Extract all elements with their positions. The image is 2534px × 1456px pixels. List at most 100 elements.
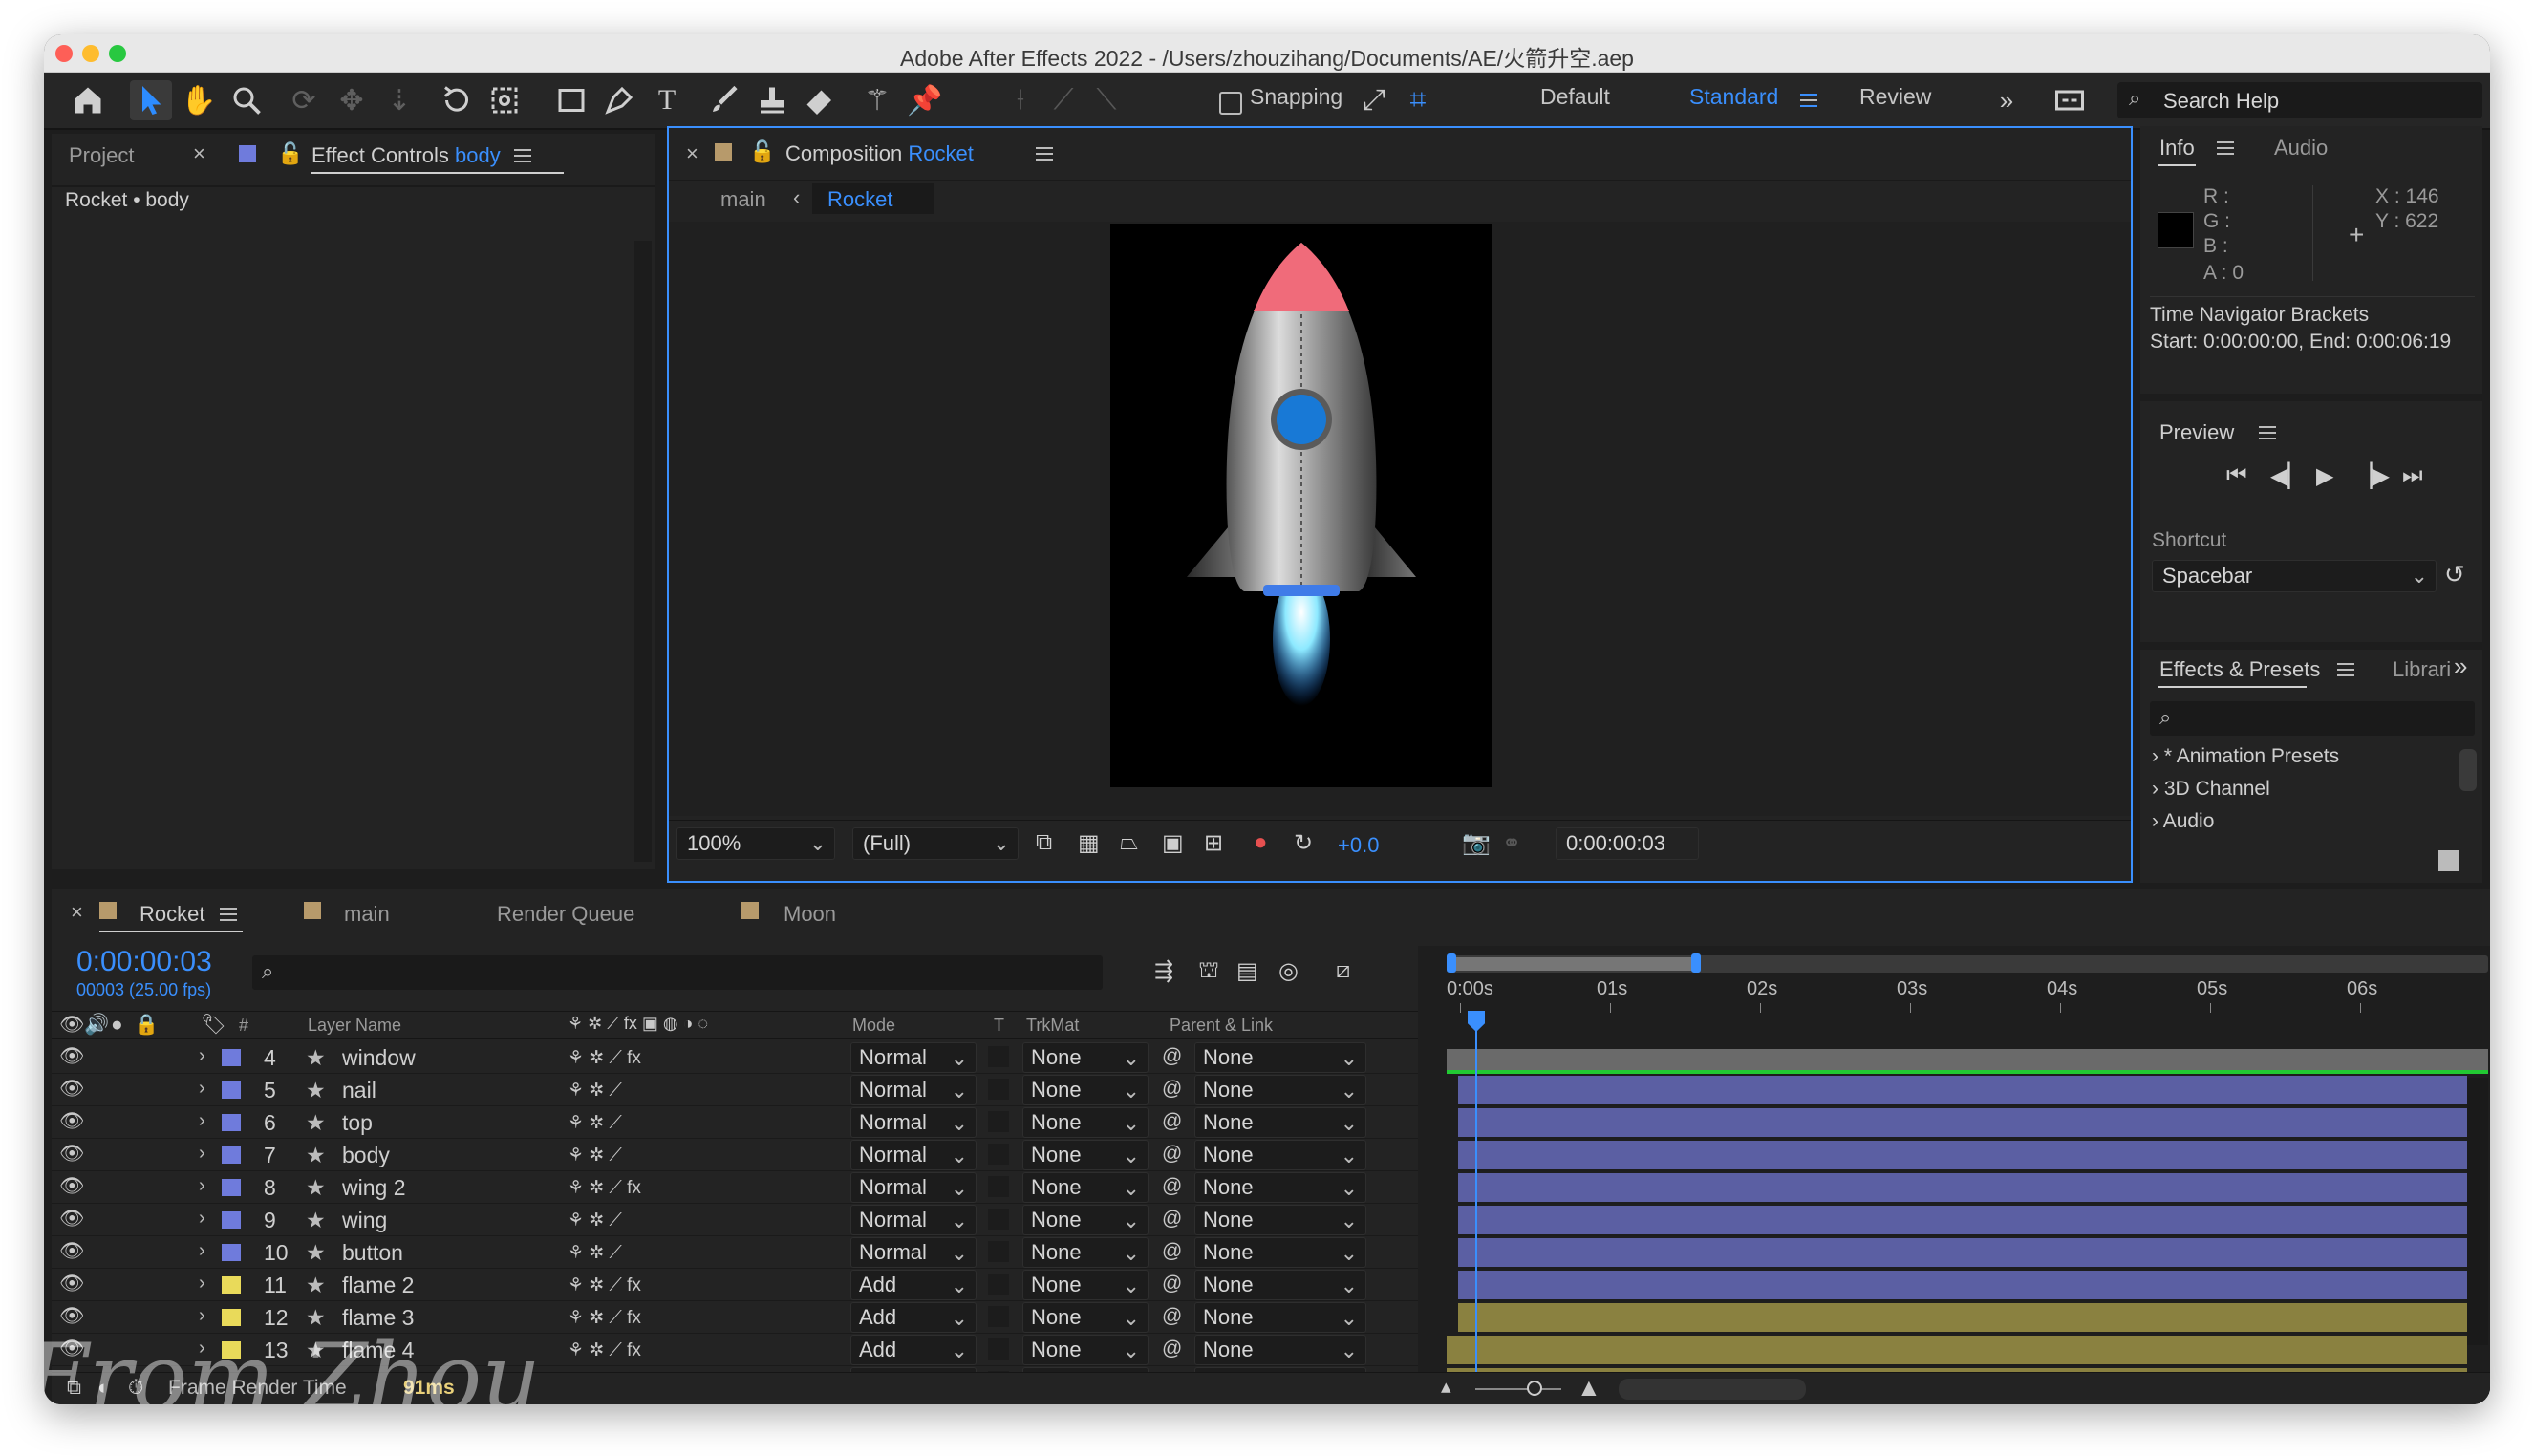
close-tab-icon[interactable]: × [71,900,83,925]
layer-label-color[interactable] [222,1211,241,1229]
layer-switches[interactable]: ⚘ ✲ ⟋ [568,1112,622,1134]
tab-render-queue[interactable]: Render Queue [497,902,634,927]
layer-switches[interactable]: ⚘ ✲ ⟋ [568,1145,622,1167]
layer-switches[interactable]: ⚘ ✲ ⟋ fx [568,1274,641,1296]
pick-whip-icon[interactable]: @ [1162,1208,1182,1231]
parent-dropdown[interactable]: None ⌄ [1194,1237,1366,1268]
layer-duration-bar[interactable] [1458,1206,2467,1236]
effects-item[interactable]: › Audio [2152,810,2214,833]
tab-rocket[interactable]: Rocket [140,902,204,927]
trkmat-dropdown[interactable]: None ⌄ [1022,1107,1149,1138]
tab-effects-presets[interactable]: Effects & Presets [2159,657,2320,682]
exposure-value[interactable]: +0.0 [1338,833,1379,858]
snapshot-icon[interactable]: 📷 [1462,829,1491,857]
table-row[interactable]: 👁 › 5 ★ nail ⚘ ✲ ⟋ Normal ⌄ None ⌄ @ None ⌄ [52,1074,1418,1106]
mode-dropdown[interactable]: Normal ⌄ [850,1172,977,1203]
chevron-right-icon[interactable]: › [199,1110,205,1132]
tab-effect-controls[interactable]: Effect Controls body [311,143,501,168]
layer-name[interactable]: body [342,1143,390,1168]
parent-dropdown[interactable]: None ⌄ [1194,1335,1366,1365]
effects-item[interactable]: › * Animation Presets [2152,745,2339,768]
layer-name[interactable]: button [342,1240,403,1266]
column-layer-name[interactable]: Layer Name [308,1016,401,1036]
region-of-interest-icon[interactable]: ▣ [1162,829,1184,857]
roto-brush-tool-icon[interactable]: ⚚ [856,80,898,120]
layer-duration-bar[interactable] [1458,1076,2467,1106]
effects-scrollbar[interactable] [2459,749,2477,791]
show-snapshot-icon[interactable]: ⚭ [1502,829,1521,857]
current-time-field[interactable]: 0:00:00:03 [1556,827,1699,860]
chevron-right-icon[interactable]: › [199,1175,205,1197]
tab-main[interactable]: main [344,902,390,927]
flow-crumb-main[interactable]: main [720,187,766,212]
last-frame-icon[interactable]: ⏭ [2402,462,2423,489]
layer-switches[interactable]: ⚘ ✲ ⟋ [568,1080,622,1102]
clone-stamp-tool-icon[interactable] [751,80,793,120]
table-row[interactable]: 👁 › 4 ★ window ⚘ ✲ ⟋ fx Normal ⌄ None ⌄ @ None ⌄ [52,1041,1418,1074]
resolution-dropdown[interactable]: (Full) ⌄ [852,827,1019,860]
orbit-camera-icon[interactable]: ⟳ [283,80,325,120]
composition-mini-flowchart-icon[interactable]: ⇶ [1154,957,1173,985]
layer-name[interactable]: nail [342,1078,376,1103]
effects-search-field[interactable]: ⌕ [2150,701,2475,736]
mode-dropdown[interactable]: Add ⌄ [850,1270,977,1300]
chevron-right-icon[interactable]: › [199,1208,205,1230]
layer-duration-bar[interactable] [1447,1336,2467,1366]
world-axis-icon[interactable]: ⟋ [1042,80,1084,120]
reset-shortcut-icon[interactable]: ↺ [2444,560,2465,589]
parent-dropdown[interactable]: None ⌄ [1194,1075,1366,1105]
mode-dropdown[interactable]: Normal ⌄ [850,1205,977,1235]
tab-moon[interactable]: Moon [784,902,836,927]
video-switch-icon[interactable]: 👁 [59,1014,85,1037]
play-icon[interactable]: ▶ [2316,462,2333,490]
align-axis-icon[interactable]: ⟊ [999,80,1042,120]
trkmat-dropdown[interactable]: None ⌄ [1022,1335,1149,1365]
pan-camera-icon[interactable]: ✥ [331,80,373,120]
more-workspaces-icon[interactable]: » [1986,80,2028,120]
chevron-right-icon[interactable]: › [199,1240,205,1262]
graph-editor-icon[interactable]: ⧄ [1336,957,1350,984]
parent-dropdown[interactable]: None ⌄ [1194,1205,1366,1235]
pick-whip-icon[interactable]: @ [1162,1078,1182,1101]
current-time-indicator[interactable] [1475,1018,1477,1404]
table-row[interactable]: 👁 › 11 ★ flame 2 ⚘ ✲ ⟋ fx Add ⌄ None ⌄ @ None ⌄ [52,1269,1418,1301]
workspace-review[interactable]: Review [1859,84,1931,110]
workspace-menu-icon[interactable] [1800,94,1817,107]
layer-switches[interactable]: ⚘ ✲ ⟋ [568,1210,622,1231]
parent-dropdown[interactable]: None ⌄ [1194,1140,1366,1170]
eraser-tool-icon[interactable] [799,80,841,120]
navigator-start-bracket[interactable] [1447,953,1456,973]
table-row[interactable]: 👁 › 7 ★ body ⚘ ✲ ⟋ Normal ⌄ None ⌄ @ None ⌄ [52,1139,1418,1171]
layer-switches[interactable]: ⚘ ✲ ⟋ fx [568,1339,641,1361]
magnification-dropdown[interactable]: 100% ⌄ [676,827,835,860]
shy-layers-icon[interactable]: ▤ [1236,957,1258,985]
snap-options-icon[interactable]: ⤢ [1353,80,1395,120]
pen-tool-icon[interactable] [598,80,640,120]
eye-icon[interactable]: 👁 [59,1208,85,1231]
anchor-point-tool-icon[interactable] [483,80,526,120]
close-tab-icon[interactable]: × [193,141,205,166]
layer-label-color[interactable] [222,1146,241,1164]
table-row[interactable]: 👁 › 8 ★ wing 2 ⚘ ✲ ⟋ fx Normal ⌄ None ⌄ @ None ⌄ [52,1171,1418,1204]
mode-dropdown[interactable]: Normal ⌄ [850,1075,977,1105]
layer-label-color[interactable] [222,1276,241,1294]
preserve-transparency-toggle[interactable] [988,1079,1009,1100]
grid-guides-icon[interactable]: ⊞ [1204,829,1223,857]
preserve-transparency-toggle[interactable] [988,1241,1009,1262]
search-help-field[interactable]: ⌕ Search Help [2117,82,2482,118]
lock-icon[interactable]: 🔓 [749,139,775,164]
pick-whip-icon[interactable]: @ [1162,1143,1182,1166]
parent-dropdown[interactable]: None ⌄ [1194,1270,1366,1300]
chevron-right-icon[interactable]: › [199,1045,205,1067]
parent-dropdown[interactable]: None ⌄ [1194,1302,1366,1333]
trkmat-dropdown[interactable]: None ⌄ [1022,1172,1149,1203]
eye-icon[interactable]: 👁 [59,1045,85,1068]
layer-switches[interactable]: ⚘ ✲ ⟋ fx [568,1047,641,1069]
table-row[interactable]: 👁 › 6 ★ top ⚘ ✲ ⟋ Normal ⌄ None ⌄ @ None ⌄ [52,1106,1418,1139]
channel-icon[interactable]: ● [1254,829,1268,856]
mode-dropdown[interactable]: Normal ⌄ [850,1107,977,1138]
home-icon[interactable] [67,80,109,120]
mode-dropdown[interactable]: Normal ⌄ [850,1237,977,1268]
panel-menu-icon[interactable] [2337,663,2354,676]
close-tab-icon[interactable]: × [686,141,698,166]
